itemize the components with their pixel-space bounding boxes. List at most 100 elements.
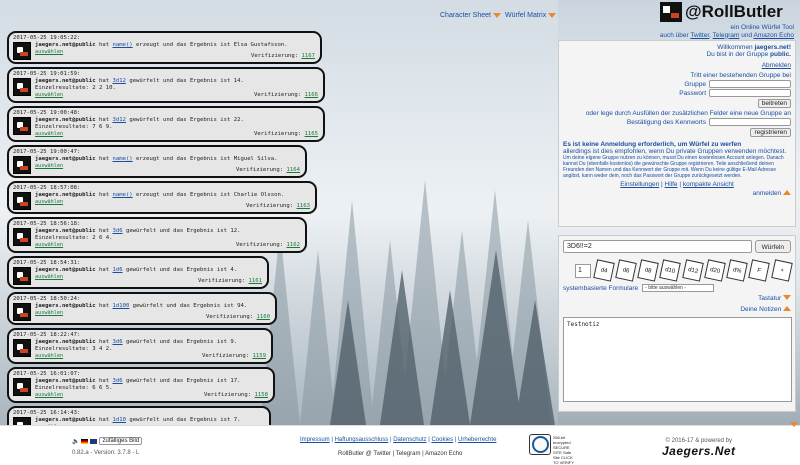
die-F-button[interactable]: F	[748, 259, 771, 282]
info-subtitle: allerdings ist dies empfohlen, wenn Du p…	[563, 148, 787, 155]
welcome-text: Willkommen jaegers.net! Du bist in der G…	[563, 44, 791, 58]
verification-label: Verifizierung:	[245, 203, 294, 209]
welcome-label: Willkommen	[717, 44, 753, 51]
footer-links: Impressum | Haftungsausschluss | Datensc…	[300, 437, 497, 443]
verification-link[interactable]: 1167	[302, 53, 315, 59]
footer-social: RollButler @ Twitter | Telegram | Amazon…	[338, 451, 463, 457]
log-command-link[interactable]: name()	[112, 192, 132, 198]
system-forms-select[interactable]: - bitte auswählen -	[642, 284, 715, 292]
secure-site-seal-icon[interactable]	[529, 434, 551, 455]
verification-link[interactable]: 1163	[297, 203, 310, 209]
footer-link[interactable]: Datenschutz	[393, 437, 426, 443]
verification-link[interactable]: 1161	[249, 278, 262, 284]
signin-toggle[interactable]: anmelden	[563, 190, 791, 197]
password-input[interactable]	[709, 89, 791, 97]
die-d20-button[interactable]: d20	[704, 259, 726, 282]
verification-link[interactable]: 1160	[257, 314, 270, 320]
log-command-link[interactable]: 3d12	[112, 117, 125, 123]
notes-textarea[interactable]: Testnotiz	[563, 317, 792, 402]
log-entry: 2017-05-25 18:56:18: jaegers.net@public h…	[7, 217, 307, 253]
select-link[interactable]: auswählen	[35, 131, 244, 138]
log-command-link[interactable]: name()	[112, 42, 132, 48]
log-user: jaegers.net@public	[35, 378, 96, 384]
select-link[interactable]: auswählen	[35, 242, 240, 249]
powered-by-logo[interactable]: Jaegers.Net	[662, 444, 736, 458]
avatar	[13, 378, 31, 396]
telegram-link[interactable]: Telegram	[713, 32, 740, 39]
brand-name: @RollButler	[685, 2, 783, 21]
die-add-button[interactable]: +	[770, 259, 793, 282]
log-command-link[interactable]: 3d6	[112, 339, 122, 345]
die-d8-button[interactable]: d8	[637, 259, 660, 282]
verification-label: Verifizierung:	[201, 353, 250, 359]
dice-matrix-link[interactable]: Würfel Matrix	[505, 12, 557, 19]
confirm-password-input[interactable]	[709, 118, 791, 126]
select-link[interactable]: auswählen	[35, 49, 288, 56]
roll-log: 2017-05-25 19:05:22: jaegers.net@public h…	[7, 31, 337, 465]
footer-link[interactable]: Impressum	[300, 437, 330, 443]
register-button[interactable]: registrieren	[750, 128, 791, 137]
verification-link[interactable]: 1162	[287, 242, 300, 248]
log-mid: hat	[95, 267, 113, 273]
compact-view-link[interactable]: kompakte Ansicht	[683, 181, 734, 188]
group-label: Gruppe	[684, 80, 706, 88]
log-user: jaegers.net@public	[35, 303, 96, 309]
footer-link[interactable]: Haftungsausschluss	[335, 437, 389, 443]
log-command-link[interactable]: 3d12	[112, 78, 125, 84]
footer-link[interactable]: Cookies	[431, 437, 453, 443]
die-dpercent-button[interactable]: d%	[726, 259, 749, 282]
log-command-link[interactable]: 1d10	[112, 417, 125, 423]
log-timestamp: 2017-05-25 18:54:31:	[13, 260, 81, 266]
scroll-down-arrow-icon[interactable]	[790, 422, 798, 427]
die-d12-button[interactable]: d12	[681, 259, 704, 282]
log-command-link[interactable]: name()	[112, 156, 132, 162]
verification-link[interactable]: 1166	[305, 92, 318, 98]
log-command-link[interactable]: 1d100	[112, 303, 129, 309]
verification-label: Verifizierung:	[235, 167, 284, 173]
logout-link[interactable]: Abmelden	[762, 62, 791, 69]
dice-count-select[interactable]: 1	[575, 263, 591, 278]
roll-button[interactable]: Würfeln	[754, 240, 791, 253]
english-flag-icon[interactable]	[90, 438, 98, 444]
german-flag-icon[interactable]	[81, 438, 89, 444]
log-command-link[interactable]: 3d6	[112, 378, 122, 384]
group-input[interactable]	[709, 80, 791, 88]
help-link[interactable]: Hilfe	[665, 181, 678, 188]
log-result: erzeugt und das Ergebnis ist Elsa Gustaf…	[132, 42, 288, 48]
log-detail: Einzelresultate: 2 2 10.	[35, 85, 116, 91]
notes-toggle[interactable]: Deine Notizen	[563, 306, 791, 313]
verification-link[interactable]: 1164	[287, 167, 300, 173]
character-sheet-link[interactable]: Character Sheet	[440, 12, 501, 19]
log-user: jaegers.net@public	[35, 117, 96, 123]
footer-settings: 🔈 zufälliges Bild	[72, 437, 143, 445]
twitter-link[interactable]: Twitter	[690, 32, 709, 39]
settings-link[interactable]: Einstellungen	[620, 181, 659, 188]
verification-link[interactable]: 1158	[255, 392, 268, 398]
log-command-link[interactable]: 3d6	[112, 228, 122, 234]
log-result: gewürfelt und das Ergebnis ist 17.	[122, 378, 241, 384]
verification-label: Verifizierung:	[203, 392, 252, 398]
select-link[interactable]: auswählen	[35, 92, 244, 99]
verification-link[interactable]: 1165	[305, 131, 318, 137]
keyboard-toggle[interactable]: Tastatur	[563, 295, 791, 302]
info-title: Es ist keine Anmeldung erforderlich, um …	[563, 141, 742, 148]
username: jaegers.net!	[754, 44, 792, 51]
roll-command-input[interactable]: 3D6!!=2	[563, 240, 752, 253]
confirm-password-label: Bestätigung des Kennworts	[626, 118, 706, 126]
footer-link[interactable]: Urheberrechte	[458, 437, 496, 443]
log-timestamp: 2017-05-25 16:14:43:	[13, 410, 81, 416]
log-result: erzeugt und das Ergebnis ist Charlie Ols…	[132, 192, 285, 198]
log-user: jaegers.net@public	[35, 78, 96, 84]
die-d6-button[interactable]: d6	[615, 259, 637, 282]
background-select[interactable]: zufälliges Bild	[99, 437, 143, 445]
verification-link[interactable]: 1159	[253, 353, 266, 359]
log-user: jaegers.net@public	[35, 417, 96, 423]
die-d10-button[interactable]: d10	[659, 259, 682, 282]
join-button[interactable]: beitreten	[757, 99, 791, 108]
log-mid: hat	[95, 42, 113, 48]
notes-label: Deine Notizen	[740, 306, 782, 313]
log-command-link[interactable]: 1d6	[112, 267, 122, 273]
speaker-icon[interactable]: 🔈	[72, 438, 79, 445]
amazon-echo-link[interactable]: Amazon Echo	[754, 32, 794, 39]
die-d4-button[interactable]: d4	[592, 259, 615, 282]
